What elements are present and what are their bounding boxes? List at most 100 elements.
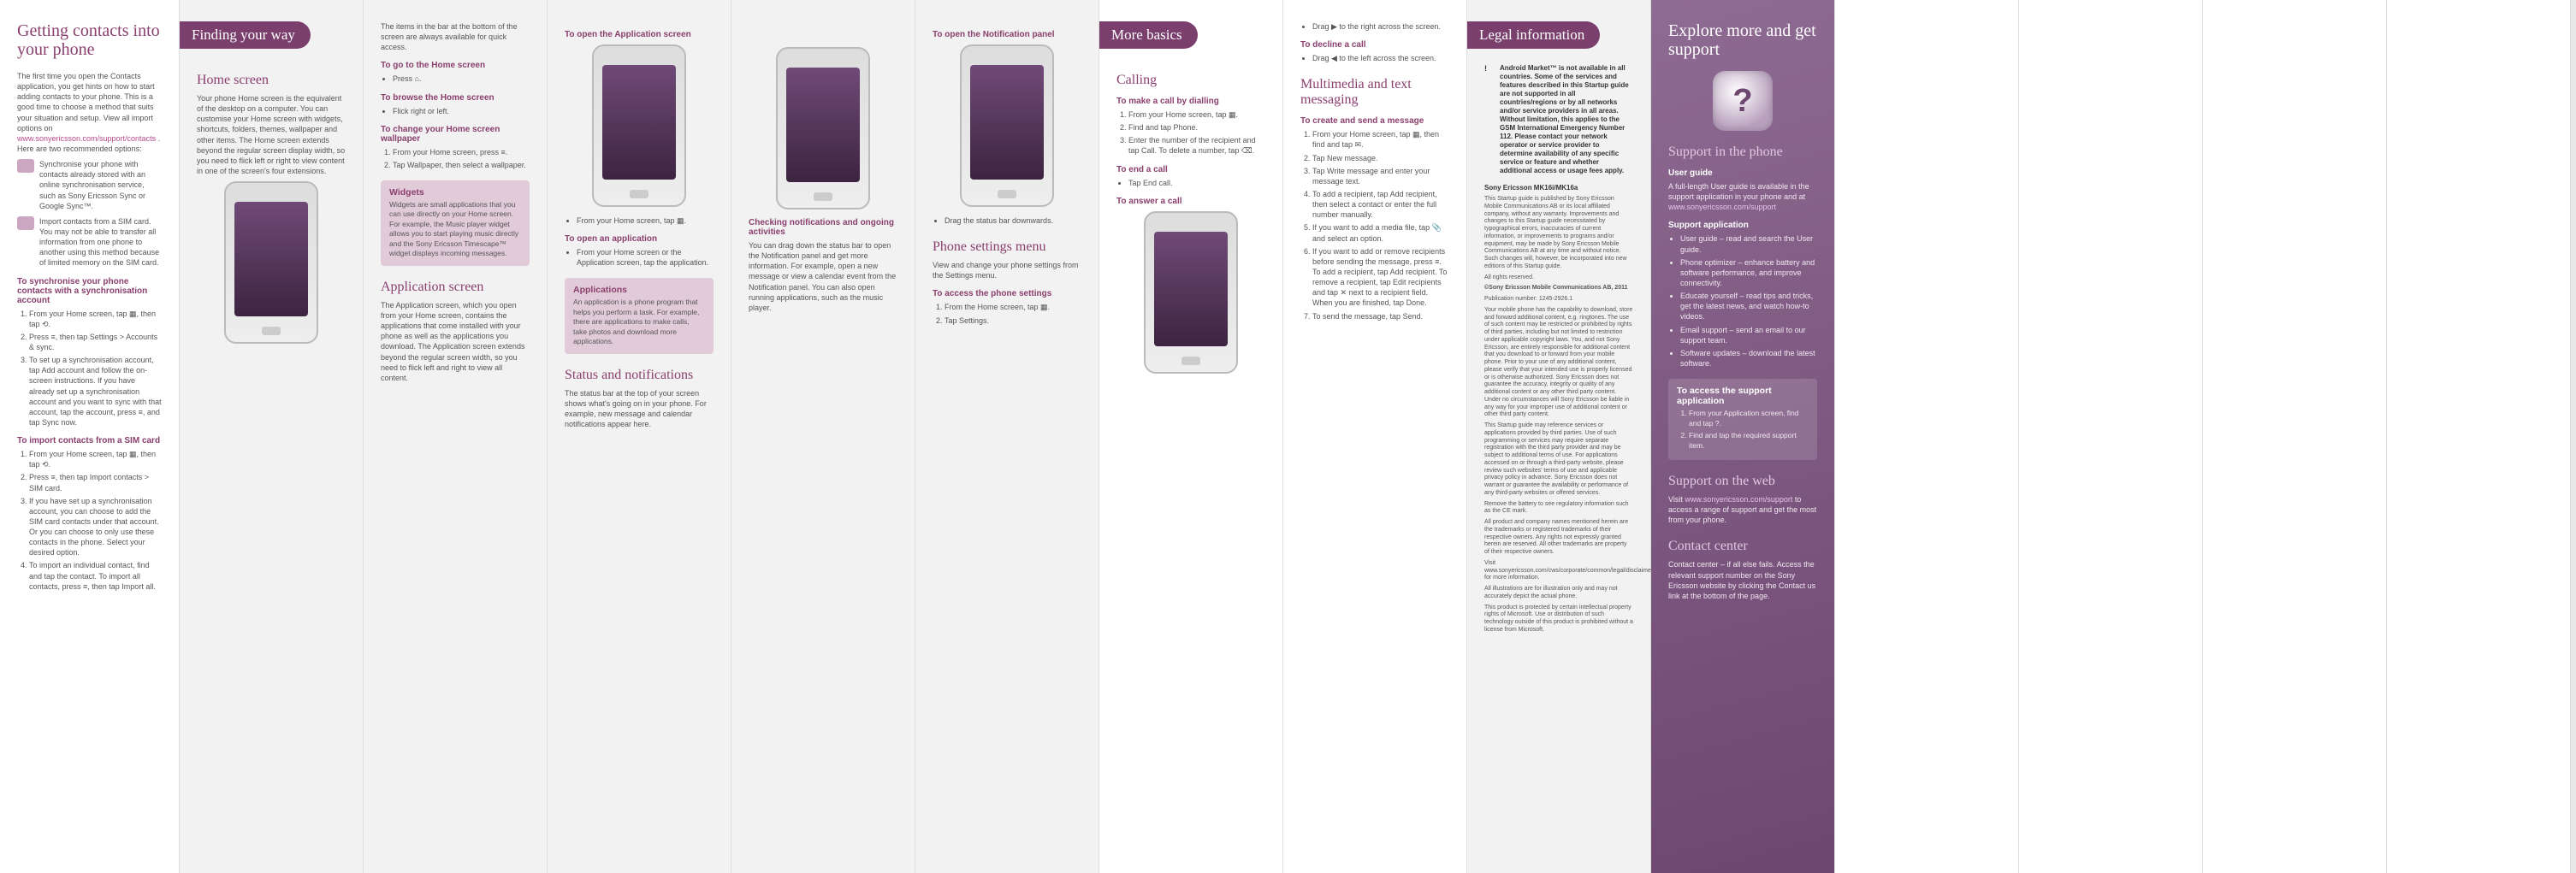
steps-create-message: From your Home screen, tap ▦, then find … (1300, 129, 1449, 321)
phone-mock-call (1144, 211, 1238, 374)
panel-more-basics: More basics Calling To make a call by di… (1099, 0, 1283, 873)
heading-mms: Multimedia and text messaging (1300, 77, 1449, 108)
option-sim: Import contacts from a SIM card. You may… (17, 216, 162, 268)
pill-more-basics: More basics (1099, 21, 1198, 49)
panel-finding-way-left: Finding your way Home screen Your phone … (180, 0, 364, 873)
step: To add a recipient, tap Add recipient, t… (1312, 189, 1449, 220)
link-contacts-support[interactable]: www.sonyericsson.com/support/contacts (17, 134, 156, 143)
title-contacts: Getting contacts into your phone (17, 21, 162, 59)
app-screen-desc: The Application screen, which you open f… (381, 300, 530, 383)
heading-support-phone: Support in the phone (1668, 145, 1817, 160)
step: From your Home screen, tap ▦, then tap ⟲… (29, 449, 162, 469)
bullet: Drag ▶ to the right across the screen. (1312, 21, 1449, 32)
heading-browse-home: To browse the Home screen (381, 93, 530, 103)
bullet: Flick right or left. (393, 106, 530, 116)
box-access-support: To access the support application From y… (1668, 379, 1817, 460)
settings-menu-desc: View and change your phone settings from… (933, 260, 1081, 280)
sim-icon (17, 216, 34, 230)
user-guide-desc: A full-length User guide is available in… (1668, 181, 1817, 212)
bullet: Tap End call. (1128, 178, 1265, 188)
legal-para: All product and company names mentioned … (1484, 519, 1633, 557)
step: If you have set up a synchronisation acc… (29, 496, 162, 558)
heading-app-screen: Application screen (381, 280, 530, 295)
panel-contacts: Getting contacts into your phone The fir… (0, 0, 180, 873)
list-open-app: From your Home screen or the Application… (565, 247, 714, 268)
link-support-web[interactable]: www.sonyericsson.com/support (1685, 495, 1792, 504)
step: From your Home screen, tap ▦. (1128, 109, 1265, 120)
steps-sync: From your Home screen, tap ▦, then tap ⟲… (17, 309, 162, 428)
box-title: To access the support application (1677, 386, 1809, 406)
step: Press ≡, then tap Settings > Accounts & … (29, 332, 162, 352)
panel-legal: Legal information ! Android Market™ is n… (1467, 0, 1651, 873)
option-sync: Synchronise your phone with contacts alr… (17, 159, 162, 211)
box-title: Applications (573, 285, 705, 295)
bullet: Press ⌂. (393, 74, 530, 84)
legal-para: This Startup guide may reference service… (1484, 422, 1633, 498)
heading-support-web: Support on the web (1668, 474, 1817, 489)
panel-explore-support: Explore more and get support ? Support i… (1651, 0, 1835, 873)
heading-decline: To decline a call (1300, 40, 1449, 50)
heading-answer-call: To answer a call (1116, 197, 1265, 206)
bullet: Phone optimizer – enhance battery and so… (1680, 257, 1817, 288)
step: Enter the number of the recipient and ta… (1128, 135, 1265, 156)
heading-access-settings: To access the phone settings (933, 289, 1081, 298)
panel-messaging: Drag ▶ to the right across the screen. T… (1283, 0, 1467, 873)
phone-mock-notif (776, 47, 870, 209)
legal-para: This product is protected by certain int… (1484, 605, 1633, 634)
bullet: Drag ◀ to the left across the screen. (1312, 53, 1449, 63)
warning-icon: ! (1484, 64, 1495, 73)
heading-wallpaper: To change your Home screen wallpaper (381, 125, 530, 144)
box-body: An application is a phone program that h… (573, 298, 705, 346)
phone-mock-panel (960, 44, 1054, 207)
option-sim-text: Import contacts from a SIM card. You may… (39, 216, 162, 268)
text: A full-length User guide is available in… (1668, 182, 1809, 201)
step: Tap Settings. (945, 316, 1081, 326)
panel-blank (2019, 0, 2203, 873)
text: Visit (1668, 495, 1685, 504)
steps-access-settings: From the Home screen, tap ▦. Tap Setting… (933, 302, 1081, 325)
step: To import an individual contact, find an… (29, 560, 162, 591)
step: Tap Write message and enter your message… (1312, 166, 1449, 186)
check-notifications-desc: You can drag down the status bar to open… (749, 240, 897, 313)
step: From your Application screen, find and t… (1689, 409, 1809, 428)
legal-para: This Startup guide is published by Sony … (1484, 196, 1633, 271)
legal-para: All illustrations are for illustration o… (1484, 586, 1633, 601)
heading-open-app-screen: To open the Application screen (565, 30, 714, 39)
legal-para: Visit www.sonyericsson.com/cws/corporate… (1484, 560, 1633, 582)
items-bar-desc: The items in the bar at the bottom of th… (381, 21, 530, 52)
phone-mock-apps (592, 44, 686, 207)
legal-para: Remove the battery to see regulatory inf… (1484, 501, 1633, 516)
option-sync-text: Synchronise your phone with contacts alr… (39, 159, 162, 211)
panel-app-open: To open the Application screen From your… (548, 0, 731, 873)
steps-sim: From your Home screen, tap ▦, then tap ⟲… (17, 449, 162, 592)
step: Tap Wallpaper, then select a wallpaper. (393, 160, 530, 170)
support-web-desc: Visit www.sonyericsson.com/support to ac… (1668, 494, 1817, 525)
heading-make-call: To make a call by dialling (1116, 97, 1265, 106)
heading-support-app: Support application (1668, 221, 1817, 230)
heading-home-screen: Home screen (197, 73, 346, 88)
heading-user-guide: User guide (1668, 168, 1817, 178)
status-desc: The status bar at the top of your screen… (565, 388, 714, 430)
list-go-home: Press ⌂. (381, 74, 530, 84)
box-body: Widgets are small applications that you … (389, 200, 521, 259)
heading-import-sim: To import contacts from a SIM card (17, 436, 162, 445)
step: From your Home screen, tap ▦, then tap ⟲… (29, 309, 162, 329)
list-answer: Drag ▶ to the right across the screen. (1300, 21, 1449, 32)
heading-contact-center: Contact center (1668, 539, 1817, 554)
bullet: From your Home screen or the Application… (577, 247, 714, 268)
panel-finding-way-right: The items in the bar at the bottom of th… (364, 0, 548, 873)
pill-finding: Finding your way (180, 21, 311, 49)
panel-notification-settings: To open the Notification panel Drag the … (915, 0, 1099, 873)
heading-open-notif-panel: To open the Notification panel (933, 30, 1081, 39)
heading-status-notifications: Status and notifications (565, 368, 714, 383)
link-support[interactable]: www.sonyericsson.com/support (1668, 203, 1776, 211)
list-browse-home: Flick right or left. (381, 106, 530, 116)
heading-settings-menu: Phone settings menu (933, 239, 1081, 255)
panel-checking-notifications: Checking notifications and ongoing activ… (731, 0, 915, 873)
panel-blank (1835, 0, 2019, 873)
panel-blank (2387, 0, 2571, 873)
model-label: Sony Ericsson MK16i/MK16a (1484, 184, 1633, 192)
contact-center-desc: Contact center – if all else fails. Acce… (1668, 559, 1817, 601)
box-widgets: Widgets Widgets are small applications t… (381, 180, 530, 266)
intro: The first time you open the Contacts app… (17, 71, 162, 154)
